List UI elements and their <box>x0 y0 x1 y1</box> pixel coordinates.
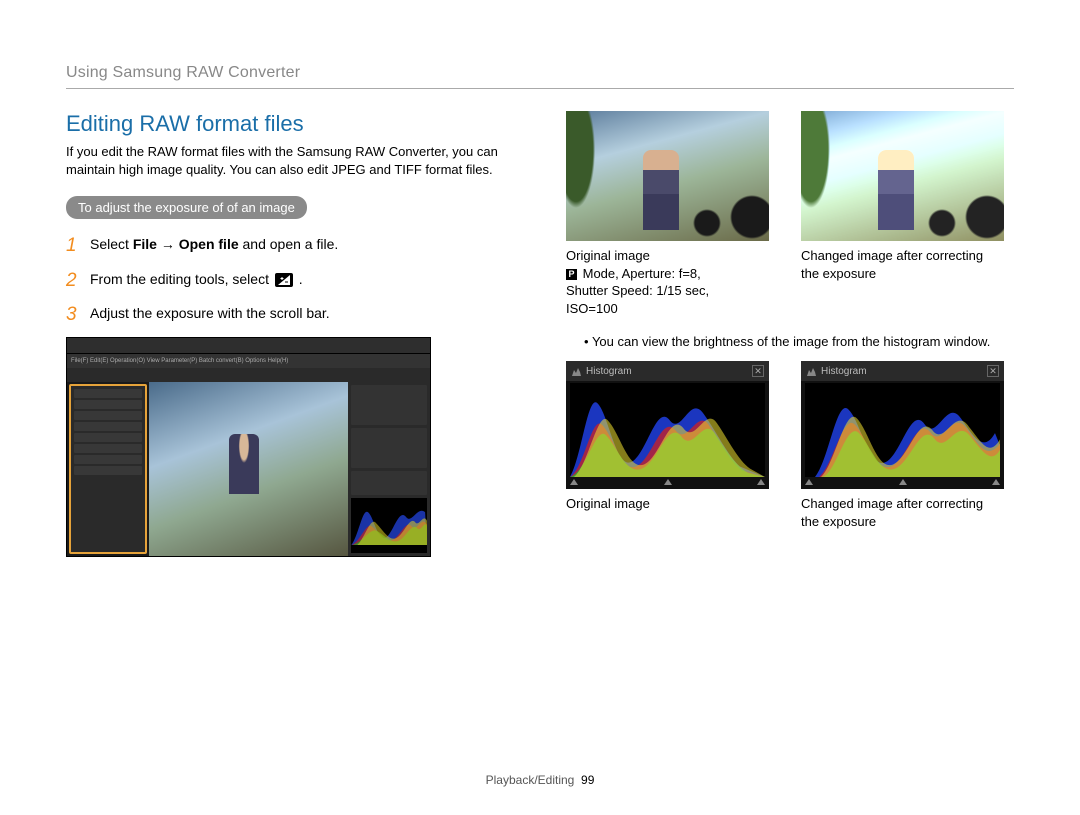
app-titlebar <box>67 338 430 354</box>
original-histogram: Histogram ✕ <box>566 361 769 489</box>
step-text: Adjust the exposure with the scroll bar. <box>90 302 330 324</box>
app-mini-histogram <box>351 498 427 553</box>
step-list: 1 Select File → Open file and open a fil… <box>66 233 506 329</box>
subsection-pill: To adjust the exposure of of an image <box>66 196 307 219</box>
step-2: 2 From the editing tools, select . <box>66 268 506 295</box>
step-number: 3 <box>66 302 80 329</box>
footer-section: Playback/Editing <box>486 773 575 787</box>
histogram-icon <box>806 366 817 377</box>
step-text: From the editing tools, select . <box>90 268 303 290</box>
histogram-comparison: Histogram ✕ <box>566 361 1006 489</box>
app-screenshot: File(F) Edit(E) Operation(O) View Parame… <box>66 337 431 557</box>
section-title: Editing RAW format files <box>66 111 506 137</box>
right-column: Original image P Mode, Aperture: f=8, Sh… <box>566 111 1006 557</box>
close-icon: ✕ <box>987 365 999 377</box>
original-photo <box>566 111 769 241</box>
left-column: Editing RAW format files If you edit the… <box>66 111 506 557</box>
histogram-header: Histogram ✕ <box>801 361 1004 381</box>
corrected-photo <box>801 111 1004 241</box>
corrected-photo-caption: Changed image after correcting the expos… <box>801 247 1004 317</box>
histogram-chart <box>570 383 765 477</box>
corrected-histogram: Histogram ✕ <box>801 361 1004 489</box>
app-toolbar <box>67 368 430 382</box>
histogram-header: Histogram ✕ <box>566 361 769 381</box>
intro-paragraph: If you edit the RAW format files with th… <box>66 143 506 178</box>
histogram-markers <box>805 479 1000 487</box>
close-icon: ✕ <box>752 365 764 377</box>
exposure-icon <box>275 273 293 287</box>
photo-comparison <box>566 111 1006 241</box>
histogram-chart <box>805 383 1000 477</box>
histogram-markers <box>570 479 765 487</box>
page-header: Using Samsung RAW Converter <box>66 64 1014 89</box>
p-mode-icon: P <box>566 269 577 280</box>
app-sidebar-highlighted <box>69 384 147 554</box>
app-menubar: File(F) Edit(E) Operation(O) View Parame… <box>67 354 430 368</box>
footer-page-number: 99 <box>581 773 594 787</box>
app-right-panel <box>348 382 430 556</box>
histogram-note: • You can view the brightness of the ima… <box>566 333 1006 351</box>
corrected-histogram-caption: Changed image after correcting the expos… <box>801 495 1004 530</box>
original-histogram-caption: Original image <box>566 495 769 530</box>
app-body <box>67 382 430 556</box>
histogram-icon <box>571 366 582 377</box>
histogram-captions: Original image Changed image after corre… <box>566 495 1006 530</box>
original-photo-caption: Original image P Mode, Aperture: f=8, Sh… <box>566 247 769 317</box>
content-columns: Editing RAW format files If you edit the… <box>66 111 1014 557</box>
step-number: 2 <box>66 268 80 295</box>
step-text: Select File → Open file and open a file. <box>90 233 338 255</box>
histogram-label: Histogram <box>586 366 632 377</box>
step-number: 1 <box>66 233 80 260</box>
step-1: 1 Select File → Open file and open a fil… <box>66 233 506 260</box>
photo-captions: Original image P Mode, Aperture: f=8, Sh… <box>566 247 1006 317</box>
histogram-label: Histogram <box>821 366 867 377</box>
app-preview-image <box>149 382 348 556</box>
page-footer: Playback/Editing 99 <box>0 773 1080 787</box>
step-3: 3 Adjust the exposure with the scroll ba… <box>66 302 506 329</box>
